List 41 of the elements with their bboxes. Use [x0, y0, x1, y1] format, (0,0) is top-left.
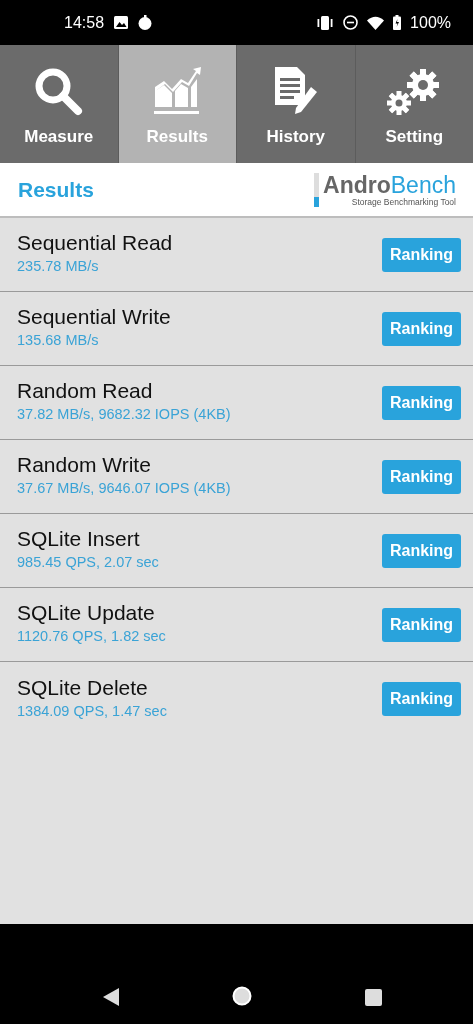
test-result: 235.78 MB/s	[17, 258, 100, 274]
test-name: Sequential Write	[17, 305, 171, 329]
vibrate-icon	[316, 15, 335, 30]
tab[interactable]: History	[237, 45, 355, 163]
app-logo: AndroBench	[323, 172, 456, 197]
battery-percent: 100%	[410, 13, 451, 32]
tab[interactable]: Setting	[355, 45, 473, 163]
tab[interactable]: Measure	[0, 45, 118, 163]
test-result: 37.67 MB/s, 9646.07 IOPS (4KB)	[17, 480, 231, 496]
home-icon[interactable]	[232, 986, 252, 1006]
logo-tagline: Storage Benchmarking Tool	[351, 196, 456, 207]
back-icon[interactable]	[103, 988, 119, 1006]
search-icon	[33, 67, 84, 117]
ranking-button[interactable]: Ranking	[382, 237, 461, 272]
image-icon	[114, 16, 129, 29]
tab[interactable]: Results	[118, 45, 236, 163]
ranking-button[interactable]: Ranking	[382, 682, 461, 716]
test-result: 1120.76 QPS, 1.82 sec	[17, 628, 166, 644]
do-not-disturb-icon	[343, 15, 359, 30]
ranking-button[interactable]: Ranking	[382, 533, 461, 568]
ranking-button[interactable]: Ranking	[382, 459, 461, 494]
test-name: SQLite Delete	[17, 675, 149, 700]
chart-icon	[153, 67, 202, 117]
test-name: Random Read	[17, 379, 154, 403]
test-name: Random Write	[17, 453, 152, 477]
logo-bar	[314, 172, 320, 207]
test-name: SQLite Update	[17, 601, 156, 625]
ranking-button[interactable]: Ranking	[382, 311, 461, 346]
test-result: 985.45 QPS, 2.07 sec	[17, 554, 159, 570]
test-name: Sequential Read	[17, 231, 173, 255]
test-result: 135.68 MB/s	[17, 332, 100, 348]
battery-icon	[393, 15, 402, 30]
test-result: 37.82 MB/s, 9682.32 IOPS (4KB)	[17, 406, 231, 422]
app-icon	[138, 15, 153, 30]
wifi-icon	[367, 15, 385, 30]
test-name: SQLite Insert	[17, 527, 141, 551]
page-title: Results	[18, 177, 94, 202]
ranking-button[interactable]: Ranking	[382, 385, 461, 420]
ranking-button[interactable]: Ranking	[382, 607, 461, 642]
test-result: 1384.09 QPS, 1.47 sec	[17, 702, 167, 719]
clock: 14:58	[64, 13, 105, 32]
